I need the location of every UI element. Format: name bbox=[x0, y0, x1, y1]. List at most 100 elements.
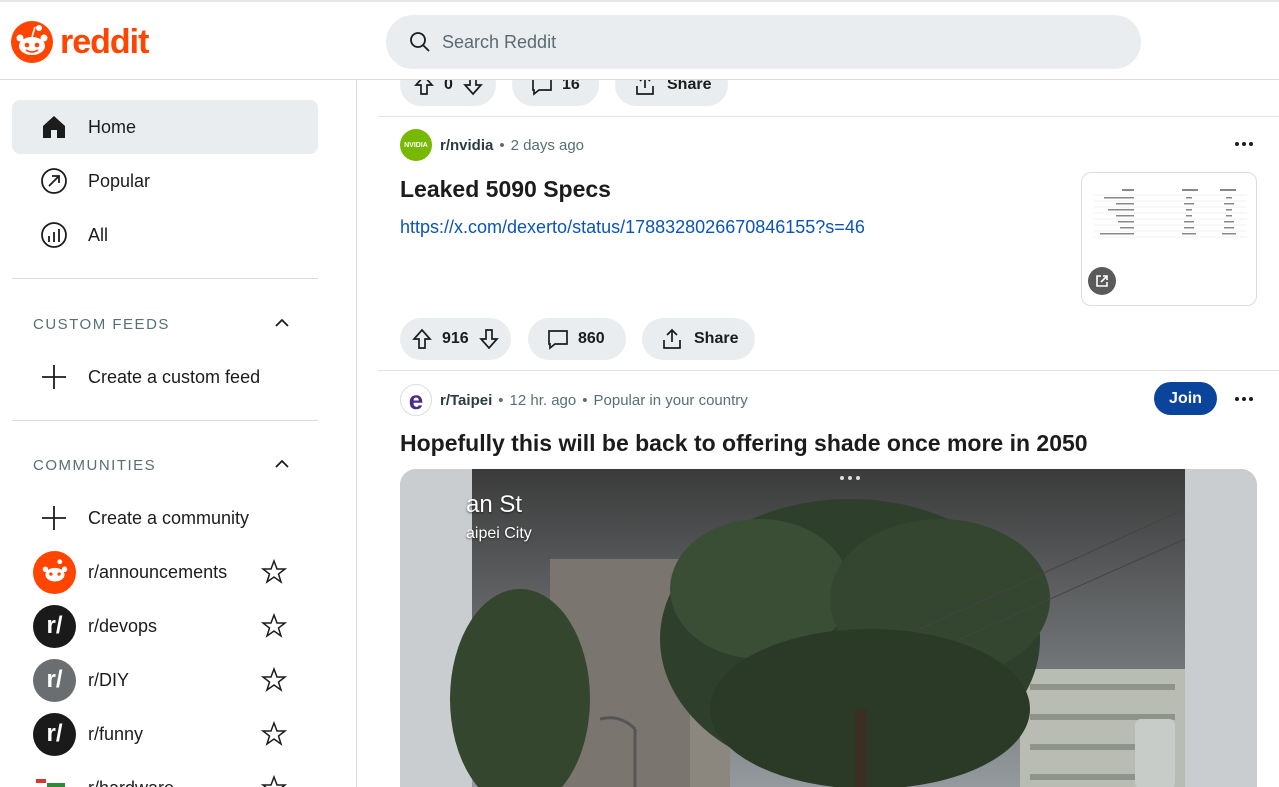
share-label: Share bbox=[694, 330, 739, 347]
share-icon bbox=[636, 80, 654, 95]
comment-count: 16 bbox=[562, 80, 580, 93]
snoo-logo-icon bbox=[11, 21, 53, 63]
link-thumbnail[interactable] bbox=[1081, 172, 1257, 306]
post-time: 12 hr. ago bbox=[509, 391, 577, 409]
create-custom-feed-label: Create a custom feed bbox=[88, 366, 261, 387]
avatar-text: NVIDIA bbox=[404, 141, 428, 149]
search-icon bbox=[410, 32, 430, 52]
share-label: Share bbox=[667, 80, 712, 93]
reddit-wordmark: reddit bbox=[60, 22, 149, 61]
sidebar-item-popular[interactable]: Popular bbox=[12, 154, 318, 208]
sidebar-item-label: All bbox=[88, 224, 109, 245]
more-options-icon[interactable] bbox=[1232, 387, 1256, 411]
community-name: r/funny bbox=[88, 723, 144, 744]
street-view-photo bbox=[400, 469, 1257, 787]
sidebar-item-label: Popular bbox=[88, 170, 151, 191]
comments-button[interactable]: 860 bbox=[528, 318, 626, 360]
sidebar-item-community[interactable]: r/ r/DIY bbox=[33, 658, 293, 702]
plus-icon bbox=[42, 506, 66, 530]
left-sidebar: Home Popular All CUSTOM FEEDS Create a c… bbox=[0, 80, 357, 787]
vote-count: 916 bbox=[442, 330, 469, 347]
sidebar-divider bbox=[12, 278, 318, 279]
comment-icon bbox=[548, 330, 568, 350]
post-time: 2 days ago bbox=[510, 136, 585, 154]
subreddit-name[interactable]: r/nvidia bbox=[440, 137, 493, 154]
join-button[interactable]: Join bbox=[1154, 382, 1217, 415]
sidebar-divider bbox=[12, 420, 318, 421]
external-link-badge[interactable] bbox=[1088, 267, 1116, 295]
city-name-overlay: aipei City bbox=[466, 525, 532, 542]
top-header: reddit bbox=[0, 0, 1279, 80]
all-chart-icon bbox=[41, 222, 67, 248]
external-link-icon bbox=[1096, 275, 1108, 287]
community-name: r/DIY bbox=[88, 669, 130, 690]
community-name: r/hardware bbox=[88, 778, 174, 787]
post-meta: NVIDIA r/nvidia • 2 days ago bbox=[400, 129, 584, 161]
create-community-label: Create a community bbox=[88, 507, 250, 528]
hardware-icon bbox=[36, 779, 65, 787]
post-image[interactable]: an St aipei City bbox=[400, 469, 1257, 787]
star-icon[interactable] bbox=[261, 775, 287, 787]
community-avatar: r/ bbox=[33, 604, 76, 648]
sidebar-item-home[interactable]: Home bbox=[12, 100, 318, 154]
subreddit-avatar[interactable]: NVIDIA bbox=[400, 129, 432, 161]
sidebar-item-community[interactable]: r/hardware bbox=[33, 766, 293, 787]
sidebar-item-all[interactable]: All bbox=[12, 208, 318, 262]
communities-heading[interactable]: COMMUNITIES bbox=[33, 457, 156, 474]
upvote-icon[interactable] bbox=[410, 327, 434, 351]
create-community-button[interactable]: Create a community bbox=[40, 504, 249, 532]
meta-separator: • bbox=[499, 136, 505, 154]
sidebar-item-community[interactable]: r/ r/devops bbox=[33, 604, 293, 648]
downvote-icon[interactable] bbox=[477, 327, 501, 351]
upvote-icon[interactable] bbox=[412, 80, 436, 97]
star-icon[interactable] bbox=[261, 559, 287, 585]
community-name: r/announcements bbox=[88, 561, 228, 582]
subreddit-avatar[interactable]: e bbox=[400, 384, 432, 416]
post-title[interactable]: Hopefully this will be back to offering … bbox=[400, 430, 1088, 457]
search-bar[interactable] bbox=[386, 15, 1141, 69]
more-options-icon[interactable] bbox=[1232, 132, 1256, 156]
community-avatar bbox=[33, 550, 76, 594]
star-icon[interactable] bbox=[261, 721, 287, 747]
home-icon bbox=[43, 116, 65, 138]
popular-tag: Popular in your country bbox=[593, 391, 748, 409]
community-avatar bbox=[33, 766, 76, 787]
chevron-up-icon[interactable] bbox=[272, 313, 292, 333]
snoo-icon bbox=[42, 559, 67, 582]
comment-count: 860 bbox=[578, 330, 605, 347]
post-link[interactable]: https://x.com/dexerto/status/17883280266… bbox=[400, 217, 865, 238]
vote-count: 0 bbox=[444, 80, 453, 93]
comments-button[interactable]: 16 bbox=[512, 80, 599, 106]
search-input[interactable] bbox=[442, 31, 1042, 53]
sidebar-item-label: Home bbox=[88, 116, 137, 137]
subreddit-name[interactable]: r/Taipei bbox=[440, 392, 492, 409]
main-feed: 0 16 Share NVIDIA r/nvidia • 2 days ago … bbox=[378, 80, 1279, 787]
share-icon bbox=[663, 328, 681, 349]
sidebar-item-community[interactable]: r/ r/funny bbox=[33, 712, 293, 756]
custom-feeds-heading[interactable]: CUSTOM FEEDS bbox=[33, 316, 170, 333]
meta-separator: • bbox=[582, 391, 588, 409]
sidebar-item-community[interactable]: r/announcements bbox=[33, 550, 293, 594]
community-name: r/devops bbox=[88, 615, 158, 636]
post-divider bbox=[378, 116, 1279, 117]
street-name-overlay: an St bbox=[466, 491, 523, 518]
star-icon[interactable] bbox=[261, 667, 287, 693]
comment-icon bbox=[532, 80, 552, 96]
chevron-up-icon[interactable] bbox=[272, 454, 292, 474]
downvote-icon[interactable] bbox=[461, 80, 485, 97]
post-divider bbox=[378, 370, 1279, 371]
plus-icon bbox=[42, 365, 66, 389]
post-title[interactable]: Leaked 5090 Specs bbox=[400, 176, 611, 203]
reddit-logo[interactable]: reddit bbox=[10, 20, 149, 64]
post-meta: e r/Taipei • 12 hr. ago • Popular in you… bbox=[400, 384, 748, 416]
popular-arrow-icon bbox=[41, 168, 67, 194]
create-custom-feed-button[interactable]: Create a custom feed bbox=[40, 363, 260, 391]
vote-buttons: 916 bbox=[400, 318, 511, 360]
share-button[interactable]: Share bbox=[642, 318, 755, 360]
vote-buttons: 0 bbox=[400, 80, 496, 106]
share-button[interactable]: Share bbox=[615, 80, 728, 106]
meta-separator: • bbox=[498, 391, 504, 409]
community-avatar: r/ bbox=[33, 712, 76, 756]
star-icon[interactable] bbox=[261, 613, 287, 639]
community-avatar: r/ bbox=[33, 658, 76, 702]
